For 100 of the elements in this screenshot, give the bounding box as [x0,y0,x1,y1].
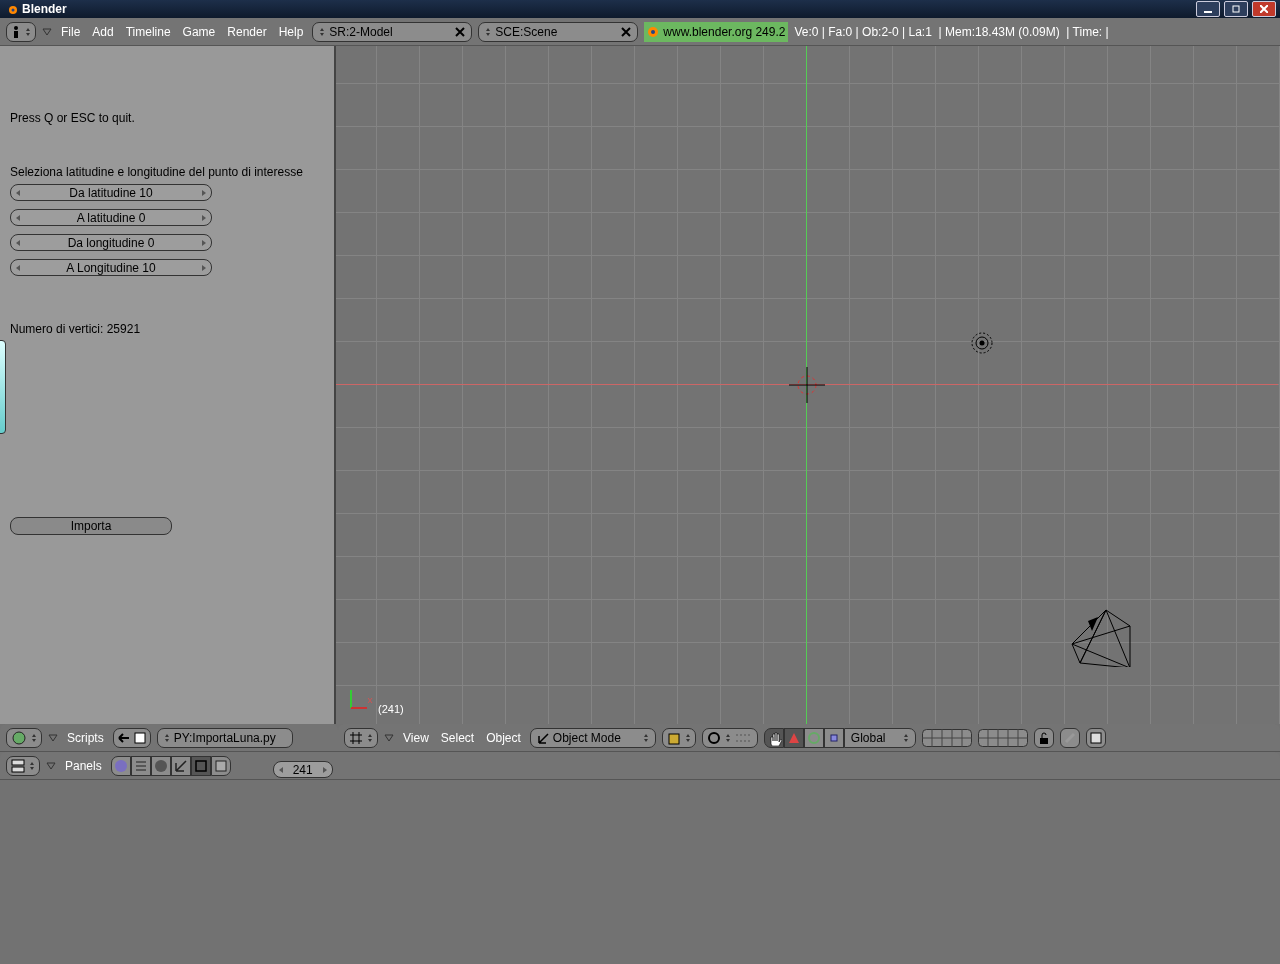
logic-icon [112,757,129,774]
render-button[interactable] [1085,727,1106,748]
camera-icon[interactable] [1070,609,1132,667]
menu-item[interactable]: Render [224,24,270,39]
panel-tab[interactable] [170,755,191,776]
up-down-arrows-icon [684,732,691,743]
layers-icon [734,732,753,743]
left-arrow-icon[interactable] [277,765,284,774]
panel-tab[interactable] [210,755,231,776]
maximize-button[interactable] [1224,1,1248,17]
close-icon [1260,5,1268,13]
3d-cursor-icon[interactable] [787,365,827,405]
import-button[interactable]: Importa [10,517,172,535]
menu-item[interactable]: Timeline [122,24,174,39]
panel-tab[interactable] [190,755,211,776]
lock-button[interactable] [1033,727,1054,748]
hand-toggle[interactable] [763,727,784,748]
dropdown-triangle-icon[interactable] [46,761,56,770]
number-field[interactable]: A Longitudine 10 [10,259,212,276]
axis-gizmo-icon [348,688,374,710]
orientation-selector[interactable]: Global [843,727,916,748]
image-icon [1089,731,1102,744]
window-type-button[interactable] [6,727,42,748]
close-icon[interactable] [621,26,632,37]
minimize-button[interactable] [1196,1,1220,17]
dropdown-triangle-icon[interactable] [48,733,58,742]
frame-field[interactable]: 241 [272,761,333,778]
ring-icon [805,729,822,746]
axes-icon [536,731,549,744]
right-arrow-icon[interactable] [201,238,207,247]
up-down-arrows-icon [31,732,37,743]
left-arrow-icon[interactable] [15,263,21,272]
left-arrow-icon [117,732,130,743]
right-arrow-icon[interactable] [201,188,207,197]
screen-selector[interactable]: SR:2-Model [312,21,473,42]
3d-viewport[interactable]: (241) [336,46,1280,724]
mode-selector[interactable]: Object Mode [529,727,656,748]
translate-toggle[interactable] [783,727,804,748]
menu-item[interactable]: Panels [62,758,105,773]
menu-item[interactable]: Add [89,24,117,39]
prompt-text: Seleziona latitudine e longitudine del punto di interesse [10,165,304,179]
menu-item[interactable]: Help [275,24,307,39]
grid-icon [349,730,363,745]
scene-selector[interactable]: SCE:Scene [478,21,639,42]
menu-item[interactable]: Select [437,730,478,745]
close-button[interactable] [1252,1,1276,17]
link-button[interactable] [1059,727,1080,748]
right-arrow-icon[interactable] [201,213,207,222]
vertex-count: Numero di vertici: 25921 [10,322,142,336]
menu-item[interactable]: View [400,730,432,745]
left-arrow-icon[interactable] [15,238,21,247]
panels-icon [11,758,25,773]
version-badge[interactable]: www.blender.org 249.2 [644,21,789,42]
right-arrow-icon[interactable] [321,765,328,774]
shading-icon [152,757,169,774]
window-title: Blender [22,2,68,16]
left-arrow-icon[interactable] [15,213,21,222]
up-down-arrows-icon [25,26,31,37]
menu-item[interactable]: Object [483,730,524,745]
up-down-arrows-icon [163,732,170,743]
window-type-button[interactable] [6,755,40,776]
up-down-arrows-icon [902,732,909,743]
window-type-button[interactable] [344,727,378,748]
scale-toggle[interactable] [823,727,844,748]
lock-icon [1037,731,1050,744]
up-down-arrows-icon [724,732,731,743]
layer-grid-icon[interactable] [977,728,1028,747]
panel-tab[interactable] [150,755,171,776]
close-icon[interactable] [455,26,466,37]
object-icon [172,757,189,774]
left-arrow-icon[interactable] [15,188,21,197]
up-down-arrows-icon [642,732,649,743]
window-icon [133,731,146,744]
draw-type-button[interactable] [661,727,696,748]
script-selector[interactable]: PY:ImportaLuna.py [156,727,293,748]
number-field[interactable]: Da longitudine 0 [10,234,212,251]
window-type-button[interactable] [6,21,36,42]
menu-item[interactable]: Game [179,24,219,39]
up-down-arrows-icon [367,732,373,743]
right-arrow-icon[interactable] [201,263,207,272]
pivot-button[interactable] [701,727,758,748]
scene-icon [212,757,229,774]
rotation-icon [706,730,721,745]
dropdown-triangle-icon[interactable] [384,733,394,742]
cube-icon [666,730,681,745]
rotate-toggle[interactable] [803,727,824,748]
info-icon [11,25,21,38]
panel-tab[interactable] [130,755,151,776]
number-field[interactable]: Da latitudine 10 [10,184,212,201]
app-logo-icon [647,25,660,38]
number-field[interactable]: A latitudine 0 [10,209,212,226]
up-down-arrows-icon [319,26,326,37]
dropdown-triangle-icon[interactable] [42,27,52,36]
link-icon [1062,730,1077,745]
menu-item[interactable]: File [58,24,84,39]
lamp-icon[interactable] [969,330,995,356]
panel-tab[interactable] [110,755,131,776]
menu-item[interactable]: Scripts [64,730,107,745]
layer-grid-icon[interactable] [921,728,972,747]
back-button[interactable] [112,727,151,748]
